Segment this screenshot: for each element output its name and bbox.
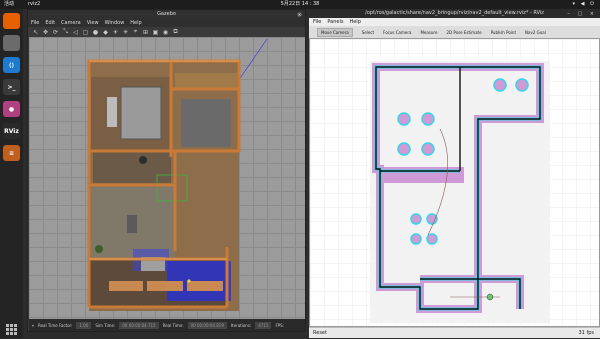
active-app-label[interactable]: rviz2 bbox=[28, 0, 40, 9]
gazebo-statusbar: ⏸ Real Time Factor: 1.00 Sim Time: 00 00… bbox=[29, 319, 305, 331]
sim-time-label: Sim Time: bbox=[95, 322, 116, 328]
bed bbox=[147, 281, 183, 291]
gazebo-tool-icon[interactable]: ⊞ bbox=[142, 29, 149, 36]
chair bbox=[127, 215, 137, 233]
shelf bbox=[175, 73, 237, 89]
kitchen-counter bbox=[120, 86, 162, 140]
gazebo-3d-scene[interactable] bbox=[29, 37, 305, 319]
gazebo-tool-icon[interactable]: ⤡ bbox=[62, 28, 69, 36]
robot-marker bbox=[187, 279, 191, 283]
costmap-render bbox=[310, 39, 599, 326]
reset-button[interactable]: Reset bbox=[313, 330, 327, 336]
tool-measure[interactable]: Measure bbox=[420, 30, 437, 35]
gazebo-tool-icon[interactable]: ✳ bbox=[122, 29, 129, 36]
bed bbox=[187, 281, 223, 291]
gazebo-tool-icon[interactable]: ✥ bbox=[42, 29, 49, 36]
tool-move-camera[interactable]: Move Camera bbox=[317, 27, 353, 37]
iterations-value: 4715 bbox=[255, 321, 272, 329]
menu-edit[interactable]: Edit bbox=[45, 20, 55, 26]
fps-label: FPS: bbox=[275, 322, 285, 328]
gazebo-titlebar: Gazebo × bbox=[28, 10, 305, 19]
system-menu[interactable]: ▾ ◀ ⏻ bbox=[573, 0, 597, 9]
menu-view[interactable]: View bbox=[87, 20, 99, 26]
tool-nav2-goal[interactable]: Nav2 Goal bbox=[525, 30, 546, 35]
menu-file[interactable]: File bbox=[31, 20, 39, 26]
rtf-value: 1.00 bbox=[76, 321, 92, 329]
tool-focus-camera[interactable]: Focus Camera bbox=[383, 30, 411, 35]
window-controls[interactable]: – ▢ × bbox=[567, 10, 597, 19]
close-icon[interactable]: × bbox=[297, 12, 302, 17]
rviz-3d-view[interactable] bbox=[309, 38, 600, 327]
room-floor bbox=[181, 99, 231, 147]
robot-footprint bbox=[486, 293, 494, 301]
house-world-render bbox=[87, 38, 268, 311]
plant bbox=[95, 245, 103, 253]
rviz-menubar: File Panels Help bbox=[309, 18, 600, 26]
rviz-icon[interactable]: RViz bbox=[3, 123, 20, 139]
firefox-icon[interactable] bbox=[3, 13, 20, 29]
gazebo-tool-icon[interactable]: ◁ bbox=[72, 29, 79, 36]
gazebo-tool-icon[interactable]: ● bbox=[92, 29, 99, 36]
real-time-label: Real Time: bbox=[162, 322, 184, 328]
vscode-icon[interactable]: ⟨⟩ bbox=[3, 57, 20, 73]
layers-icon[interactable]: ≡ bbox=[3, 145, 20, 161]
rviz-toolbar: Move Camera Select Focus Camera Measure 2D P… bbox=[309, 26, 600, 38]
plant bbox=[139, 156, 147, 164]
files-icon[interactable] bbox=[3, 35, 20, 51]
menu-camera[interactable]: Camera bbox=[61, 20, 81, 26]
show-apps-icon[interactable] bbox=[6, 324, 17, 335]
top-bar: 活动 rviz2 5月22日 14 : 38 ▾ ◀ ⏻ bbox=[0, 0, 600, 9]
table bbox=[107, 97, 117, 127]
rviz-titlebar: /opt/ros/galactic/share/nav2_bringup/rvi… bbox=[309, 9, 600, 18]
sim-time-value: 00 00:00:04.715 bbox=[119, 321, 159, 329]
rviz-bottom-bar: Reset 31 fps bbox=[309, 327, 600, 338]
room-floor bbox=[93, 151, 171, 183]
gazebo-tool-icon[interactable]: ↖ bbox=[32, 29, 39, 36]
menu-panels[interactable]: Panels bbox=[327, 19, 343, 25]
gazebo-title: Gazebo bbox=[157, 11, 176, 17]
menu-help[interactable]: Help bbox=[349, 19, 360, 25]
rviz-title: /opt/ros/galactic/share/nav2_bringup/rvi… bbox=[365, 10, 544, 16]
iterations-label: Iterations: bbox=[230, 322, 252, 328]
gazebo-tool-icon[interactable]: ☀ bbox=[112, 29, 119, 36]
gazebo-tool-icon[interactable]: ⧉ bbox=[172, 28, 179, 36]
gazebo-menubar: File Edit Camera View Window Help bbox=[28, 19, 305, 27]
rviz-window: /opt/ros/galactic/share/nav2_bringup/rvi… bbox=[309, 9, 600, 338]
tool-2d-pose-estimate[interactable]: 2D Pose Estimate bbox=[446, 30, 481, 35]
menu-help[interactable]: Help bbox=[130, 20, 141, 26]
gazebo-tool-icon[interactable]: ⟳ bbox=[52, 29, 59, 36]
bed bbox=[109, 281, 143, 291]
tool-select[interactable]: Select bbox=[362, 30, 374, 35]
gazebo-window: Gazebo × File Edit Camera View Window Help ↖ ✥ ⟳… bbox=[27, 9, 306, 332]
pause-button[interactable]: ⏸ bbox=[32, 323, 34, 328]
clock[interactable]: 5月22日 14 : 38 bbox=[281, 0, 320, 9]
gazebo-tool-icon[interactable]: ⌖ bbox=[132, 28, 139, 36]
real-time-value: 00 00:00:04.819 bbox=[187, 321, 227, 329]
rtf-label: Real Time Factor: bbox=[38, 322, 73, 328]
terminal-icon[interactable]: >_ bbox=[3, 79, 20, 95]
activities-button[interactable]: 活动 bbox=[4, 0, 14, 9]
gazebo-toolbar: ↖ ✥ ⟳ ⤡ ◁ ▢ ● ◆ ☀ ✳ ⌖ ⊞ ▣ ◉ ⧉ bbox=[28, 27, 305, 37]
menu-file[interactable]: File bbox=[313, 19, 321, 25]
dock: ⟨⟩ >_ ● RViz ≡ bbox=[0, 9, 23, 338]
tool-publish-point[interactable]: Publish Point bbox=[491, 30, 516, 35]
gazebo-tool-icon[interactable]: ▣ bbox=[152, 29, 159, 36]
app-icon[interactable]: ● bbox=[3, 101, 20, 117]
menu-window[interactable]: Window bbox=[105, 20, 125, 26]
gazebo-tool-icon[interactable]: ◆ bbox=[102, 29, 109, 36]
fps-readout: 31 fps bbox=[578, 330, 595, 336]
gazebo-tool-icon[interactable]: ▢ bbox=[82, 29, 89, 36]
gazebo-tool-icon[interactable]: ◉ bbox=[162, 29, 169, 36]
